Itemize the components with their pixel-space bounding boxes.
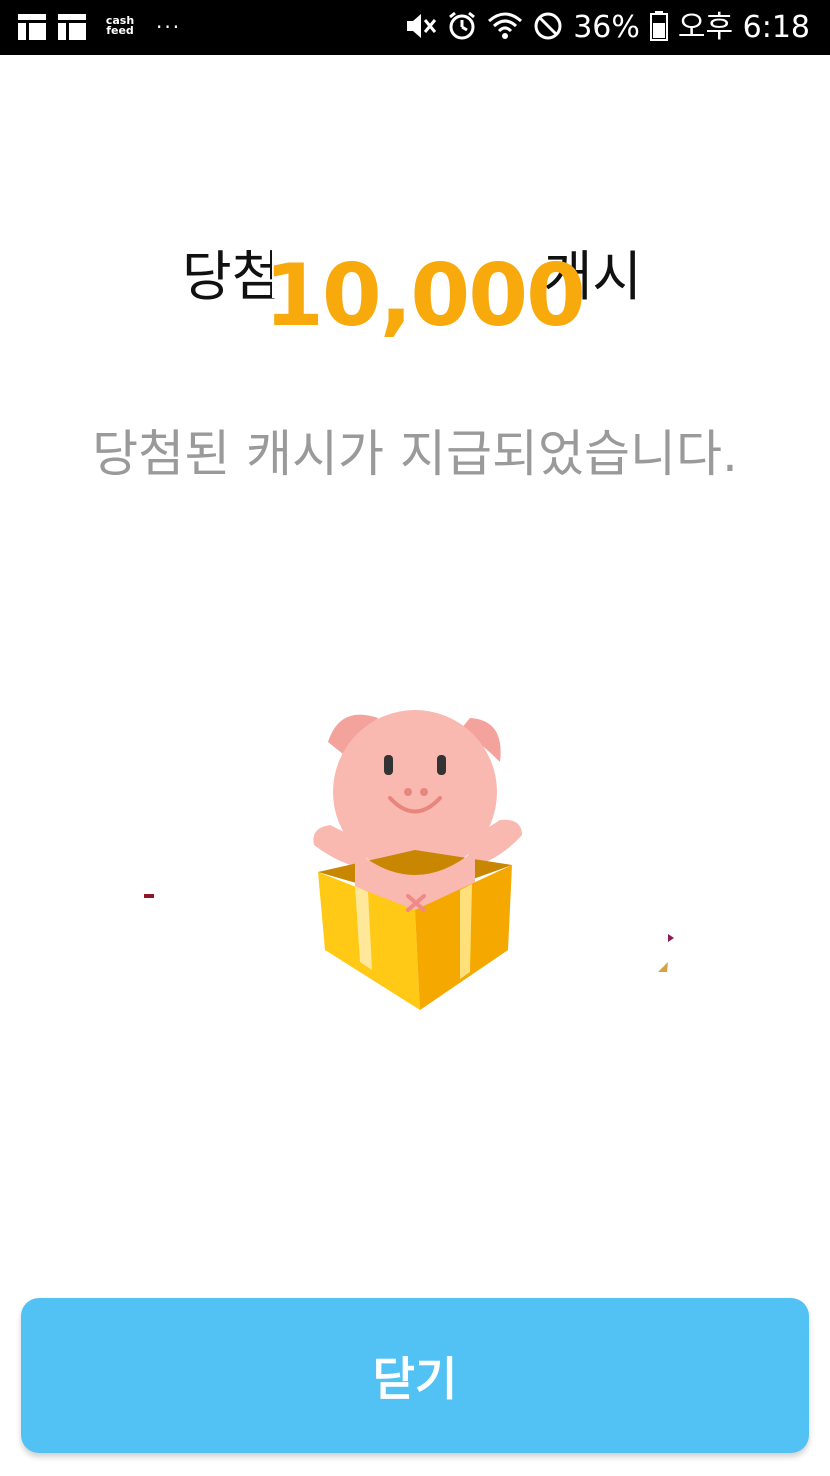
cashfeed-label-bottom: feed xyxy=(106,24,134,37)
payout-message: 당첨된 캐시가 지급되었습니다. xyxy=(92,425,738,483)
confetti-icon xyxy=(658,962,668,972)
status-bar: cash feed ··· 36% 오후 6:18 xyxy=(0,0,830,55)
grid-icon xyxy=(18,14,46,40)
confetti-icon xyxy=(668,934,674,942)
status-left: cash feed ··· xyxy=(18,12,181,42)
battery-percent: 36% xyxy=(573,10,640,45)
grid-icon xyxy=(58,14,86,40)
more-dots-icon: ··· xyxy=(156,15,182,39)
prize-title: 당첨 캐시 10,000 xyxy=(0,228,830,348)
confetti-icon xyxy=(144,894,154,898)
pig-gift-illustration xyxy=(300,700,530,1020)
alarm-icon xyxy=(447,11,477,45)
cashfeed-icon: cash feed xyxy=(98,12,142,42)
wifi-icon xyxy=(487,11,523,45)
clock: 오후 6:18 xyxy=(677,10,810,45)
block-icon xyxy=(533,11,563,45)
battery-icon xyxy=(649,11,668,45)
close-button[interactable]: 닫기 xyxy=(21,1298,809,1453)
status-right: 36% 오후 6:18 xyxy=(405,8,810,48)
mute-icon xyxy=(405,11,437,45)
prize-amount: 10,000 xyxy=(264,246,586,346)
